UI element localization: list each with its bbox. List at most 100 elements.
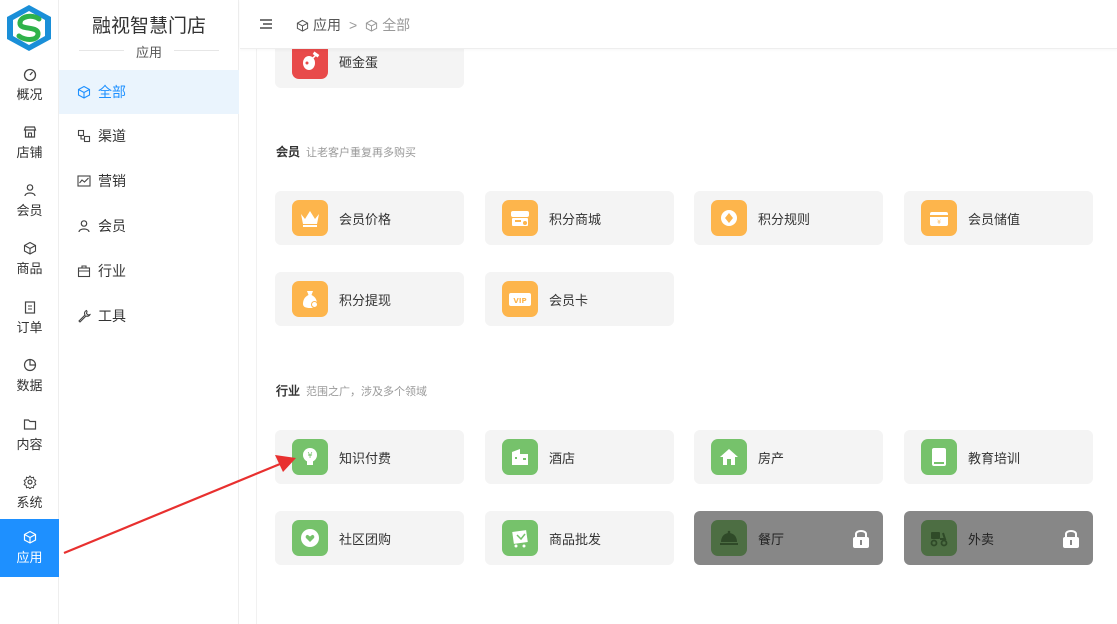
app-card-points-mall[interactable]: 积分商城 [485,191,674,245]
user-icon [23,184,36,197]
cart-icon [502,520,538,556]
top-header: 应用 > 全部 [240,0,1117,49]
subnav-item-marketing[interactable]: 营销 [59,159,239,203]
divider [174,50,219,51]
rail-item-overview[interactable]: 概况 [0,56,59,114]
app-card-label: 外卖 [968,531,995,547]
app-card-points-rules[interactable]: 积分规则 [694,191,883,245]
rail-item-store[interactable]: 店铺 [0,114,59,172]
app-card-label: 会员储值 [968,211,1021,227]
rail-item-label: 内容 [16,437,43,452]
app-card-takeout[interactable]: 外卖 [904,511,1093,565]
rail-item-content[interactable]: 内容 [0,406,59,464]
rail-item-label: 数据 [16,378,43,393]
subnav-item-label: 行业 [98,263,126,279]
subnav-item-label: 工具 [98,308,126,324]
app-card-restaurant[interactable]: 餐厅 [694,511,883,565]
app-card-member-deposit[interactable]: ¥ 会员储值 [904,191,1093,245]
lightbulb-yen-icon: ¥ [292,439,328,475]
app-card-points-withdraw[interactable]: 积分提现 [275,272,464,326]
cube-icon [23,241,36,255]
section-title-text: 行业 [276,384,301,398]
store-icon [23,126,36,138]
svg-text:¥: ¥ [307,451,312,460]
channel-icon [77,129,91,143]
rail-item-label: 商品 [16,261,43,276]
folder-icon [23,419,36,430]
primary-sidebar: 概况 店铺 会员 商品 订单 数据 内容 系统 应用 [0,0,59,624]
breadcrumb-current: 全部 [382,17,411,33]
app-card-label: 房产 [758,450,785,466]
subnav-item-all[interactable]: 全部 [59,70,239,114]
app-card-member-card[interactable]: VIP 会员卡 [485,272,674,326]
money-bag-icon [292,281,328,317]
rail-item-member[interactable]: 会员 [0,172,59,230]
rail-item-system[interactable]: 系统 [0,464,59,522]
cube-icon [366,19,378,32]
subnav-item-channel[interactable]: 渠道 [59,114,239,158]
app-card-hotel[interactable]: 酒店 [485,430,674,484]
app-card-label: 教育培训 [968,450,1021,466]
app-grid: 砸金蛋 会员 让老客户重复再多购买 会员价格 积分商城 积分规则 ¥ 会员储值 积… [240,49,1117,624]
briefcase-icon [77,265,91,278]
user-icon [78,220,90,233]
app-card-label: 知识付费 [339,450,392,466]
lock-icon [1063,530,1079,548]
app-card-label: 积分规则 [758,211,811,227]
rail-item-data[interactable]: 数据 [0,347,59,405]
app-card-label: 商品批发 [549,531,602,547]
app-card-group-buy[interactable]: 社区团购 [275,511,464,565]
menu-toggle-icon[interactable] [259,17,273,31]
app-card-real-estate[interactable]: 房产 [694,430,883,484]
breadcrumb: 应用 > 全部 [296,15,410,35]
heart-bubble-icon [292,520,328,556]
section-title-text: 会员 [276,145,301,159]
cube-icon [23,530,36,544]
rail-item-label: 店铺 [16,145,43,160]
subnav-item-member[interactable]: 会员 [59,204,239,248]
app-card-education[interactable]: 教育培训 [904,430,1093,484]
wallet-icon: ¥ [921,200,957,236]
store-name: 融视智慧门店 [91,16,206,37]
cube-icon [296,19,309,32]
gear-icon [23,475,36,489]
app-card-label: 社区团购 [339,531,392,547]
diamond-coin-icon [711,200,747,236]
clipboard-icon [24,301,35,314]
hotel-icon [502,439,538,475]
rail-item-label: 系统 [16,495,43,510]
shop-icon [502,200,538,236]
cube-icon [77,85,91,99]
app-card-paid-knowledge[interactable]: ¥ 知识付费 [275,430,464,484]
svg-text:¥: ¥ [937,219,941,226]
app-card-label: 会员价格 [339,211,392,227]
section-title-industry: 行业 范围之广，涉及多个领域 [276,382,427,399]
subnav-item-label: 全部 [98,84,126,100]
vip-card-icon: VIP [502,281,538,317]
subnav-item-industry[interactable]: 行业 [59,249,239,293]
rail-item-orders[interactable]: 订单 [0,289,59,347]
section-desc: 范围之广，涉及多个领域 [306,386,428,398]
book-icon [921,439,957,475]
subnav-item-label: 渠道 [98,128,126,144]
dashboard-icon [23,68,36,81]
store-subtitle: 应用 [135,45,162,60]
cloche-icon [711,520,747,556]
rail-item-goods[interactable]: 商品 [0,230,59,288]
app-card-label: 酒店 [549,450,576,466]
app-card-label: 积分商城 [549,211,602,227]
subnav-item-label: 会员 [98,218,126,234]
app-card-golden-egg[interactable]: 砸金蛋 [275,49,464,88]
rail-item-apps[interactable]: 应用 [0,519,59,577]
subnav-item-label: 营销 [98,173,126,189]
breadcrumb-root[interactable]: 应用 [313,15,341,35]
app-card-wholesale[interactable]: 商品批发 [485,511,674,565]
rail-item-label: 订单 [16,320,43,335]
subnav-item-tools[interactable]: 工具 [59,294,239,338]
section-desc: 让老客户重复再多购买 [306,147,417,159]
lock-icon [853,530,869,548]
app-card-label: 积分提现 [339,292,392,308]
app-card-member-price[interactable]: 会员价格 [275,191,464,245]
svg-text:VIP: VIP [513,297,526,305]
secondary-sidebar: 融视智慧门店 应用 全部 渠道 营销 会员 行业 工具 [59,0,239,624]
